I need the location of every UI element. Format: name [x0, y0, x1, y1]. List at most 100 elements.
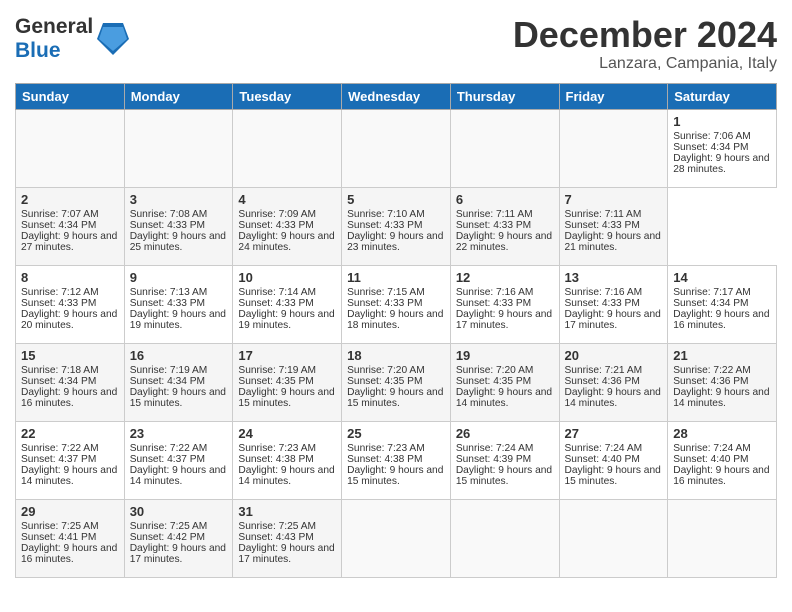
col-friday: Friday: [559, 83, 668, 109]
sunrise: Sunrise: 7:19 AM: [130, 365, 208, 376]
daylight: Daylight: 9 hours and 15 minutes.: [565, 465, 661, 487]
logo: General Blue: [15, 15, 129, 63]
col-sunday: Sunday: [16, 83, 125, 109]
daylight: Daylight: 9 hours and 18 minutes.: [347, 309, 443, 331]
logo-icon: [97, 21, 129, 57]
calendar-cell: 13 Sunrise: 7:16 AM Sunset: 4:33 PM Dayl…: [559, 265, 668, 343]
sunset: Sunset: 4:33 PM: [456, 220, 531, 231]
sunset: Sunset: 4:35 PM: [238, 376, 313, 387]
calendar-cell: [668, 499, 777, 577]
col-wednesday: Wednesday: [342, 83, 451, 109]
sunrise: Sunrise: 7:11 AM: [565, 209, 642, 220]
sunset: Sunset: 4:35 PM: [456, 376, 531, 387]
daylight: Daylight: 9 hours and 17 minutes.: [565, 309, 661, 331]
sunset: Sunset: 4:35 PM: [347, 376, 422, 387]
daylight: Daylight: 9 hours and 14 minutes.: [565, 387, 661, 409]
day-number: 11: [347, 270, 445, 285]
calendar-cell: [559, 499, 668, 577]
daylight: Daylight: 9 hours and 22 minutes.: [456, 231, 552, 253]
daylight: Daylight: 9 hours and 17 minutes.: [238, 543, 334, 565]
calendar-cell: [450, 499, 559, 577]
sunrise: Sunrise: 7:06 AM: [673, 131, 751, 142]
calendar-cell: [124, 109, 233, 187]
calendar-cell: 14 Sunrise: 7:17 AM Sunset: 4:34 PM Dayl…: [668, 265, 777, 343]
calendar-cell: 15 Sunrise: 7:18 AM Sunset: 4:34 PM Dayl…: [16, 343, 125, 421]
day-number: 29: [21, 504, 119, 519]
sunrise: Sunrise: 7:19 AM: [238, 365, 316, 376]
sunset: Sunset: 4:41 PM: [21, 532, 96, 543]
sunrise: Sunrise: 7:07 AM: [21, 209, 99, 220]
sunset: Sunset: 4:38 PM: [238, 454, 313, 465]
calendar-cell: 11 Sunrise: 7:15 AM Sunset: 4:33 PM Dayl…: [342, 265, 451, 343]
header-row: Sunday Monday Tuesday Wednesday Thursday…: [16, 83, 777, 109]
calendar-cell: 5 Sunrise: 7:10 AM Sunset: 4:33 PM Dayli…: [342, 187, 451, 265]
calendar-cell: 21 Sunrise: 7:22 AM Sunset: 4:36 PM Dayl…: [668, 343, 777, 421]
calendar-cell: 22 Sunrise: 7:22 AM Sunset: 4:37 PM Dayl…: [16, 421, 125, 499]
calendar-week-3: 15 Sunrise: 7:18 AM Sunset: 4:34 PM Dayl…: [16, 343, 777, 421]
sunset: Sunset: 4:40 PM: [565, 454, 640, 465]
logo-blue: Blue: [15, 39, 61, 62]
daylight: Daylight: 9 hours and 16 minutes.: [21, 387, 117, 409]
sunrise: Sunrise: 7:24 AM: [456, 443, 534, 454]
calendar-table: Sunday Monday Tuesday Wednesday Thursday…: [15, 83, 777, 578]
sunrise: Sunrise: 7:18 AM: [21, 365, 99, 376]
sunrise: Sunrise: 7:24 AM: [673, 443, 751, 454]
col-saturday: Saturday: [668, 83, 777, 109]
day-number: 19: [456, 348, 554, 363]
day-number: 17: [238, 348, 336, 363]
calendar-cell: 31 Sunrise: 7:25 AM Sunset: 4:43 PM Dayl…: [233, 499, 342, 577]
day-number: 5: [347, 192, 445, 207]
day-number: 23: [130, 426, 228, 441]
calendar-week-5: 29 Sunrise: 7:25 AM Sunset: 4:41 PM Dayl…: [16, 499, 777, 577]
sunset: Sunset: 4:33 PM: [565, 220, 640, 231]
daylight: Daylight: 9 hours and 20 minutes.: [21, 309, 117, 331]
calendar-cell: 12 Sunrise: 7:16 AM Sunset: 4:33 PM Dayl…: [450, 265, 559, 343]
day-number: 25: [347, 426, 445, 441]
sunrise: Sunrise: 7:09 AM: [238, 209, 316, 220]
sunrise: Sunrise: 7:10 AM: [347, 209, 425, 220]
calendar-cell: 29 Sunrise: 7:25 AM Sunset: 4:41 PM Dayl…: [16, 499, 125, 577]
calendar-cell: 2 Sunrise: 7:07 AM Sunset: 4:34 PM Dayli…: [16, 187, 125, 265]
sunrise: Sunrise: 7:23 AM: [347, 443, 425, 454]
calendar-cell: 6 Sunrise: 7:11 AM Sunset: 4:33 PM Dayli…: [450, 187, 559, 265]
calendar-cell: 25 Sunrise: 7:23 AM Sunset: 4:38 PM Dayl…: [342, 421, 451, 499]
calendar-cell: 4 Sunrise: 7:09 AM Sunset: 4:33 PM Dayli…: [233, 187, 342, 265]
month-title: December 2024: [513, 15, 777, 55]
calendar-cell: [233, 109, 342, 187]
day-number: 15: [21, 348, 119, 363]
logo-general: General: [15, 15, 93, 38]
sunset: Sunset: 4:38 PM: [347, 454, 422, 465]
day-number: 22: [21, 426, 119, 441]
header: General Blue December 2024 Lanzara, Camp…: [15, 15, 777, 73]
daylight: Daylight: 9 hours and 16 minutes.: [673, 465, 769, 487]
daylight: Daylight: 9 hours and 16 minutes.: [21, 543, 117, 565]
daylight: Daylight: 9 hours and 15 minutes.: [238, 387, 334, 409]
sunrise: Sunrise: 7:13 AM: [130, 287, 208, 298]
daylight: Daylight: 9 hours and 15 minutes.: [456, 465, 552, 487]
location: Lanzara, Campania, Italy: [513, 55, 777, 73]
calendar-week-4: 22 Sunrise: 7:22 AM Sunset: 4:37 PM Dayl…: [16, 421, 777, 499]
calendar-cell: 18 Sunrise: 7:20 AM Sunset: 4:35 PM Dayl…: [342, 343, 451, 421]
day-number: 13: [565, 270, 663, 285]
calendar-cell: 10 Sunrise: 7:14 AM Sunset: 4:33 PM Dayl…: [233, 265, 342, 343]
calendar-cell: 7 Sunrise: 7:11 AM Sunset: 4:33 PM Dayli…: [559, 187, 668, 265]
calendar-cell: 8 Sunrise: 7:12 AM Sunset: 4:33 PM Dayli…: [16, 265, 125, 343]
calendar-cell: [342, 499, 451, 577]
col-thursday: Thursday: [450, 83, 559, 109]
sunset: Sunset: 4:34 PM: [673, 298, 748, 309]
day-number: 12: [456, 270, 554, 285]
sunset: Sunset: 4:33 PM: [565, 298, 640, 309]
day-number: 30: [130, 504, 228, 519]
day-number: 24: [238, 426, 336, 441]
col-monday: Monday: [124, 83, 233, 109]
main-container: General Blue December 2024 Lanzara, Camp…: [0, 0, 792, 588]
daylight: Daylight: 9 hours and 28 minutes.: [673, 153, 769, 175]
sunset: Sunset: 4:33 PM: [130, 220, 205, 231]
calendar-week-2: 8 Sunrise: 7:12 AM Sunset: 4:33 PM Dayli…: [16, 265, 777, 343]
col-tuesday: Tuesday: [233, 83, 342, 109]
sunset: Sunset: 4:37 PM: [21, 454, 96, 465]
sunset: Sunset: 4:33 PM: [347, 220, 422, 231]
calendar-cell: 3 Sunrise: 7:08 AM Sunset: 4:33 PM Dayli…: [124, 187, 233, 265]
sunrise: Sunrise: 7:15 AM: [347, 287, 425, 298]
sunrise: Sunrise: 7:22 AM: [130, 443, 208, 454]
